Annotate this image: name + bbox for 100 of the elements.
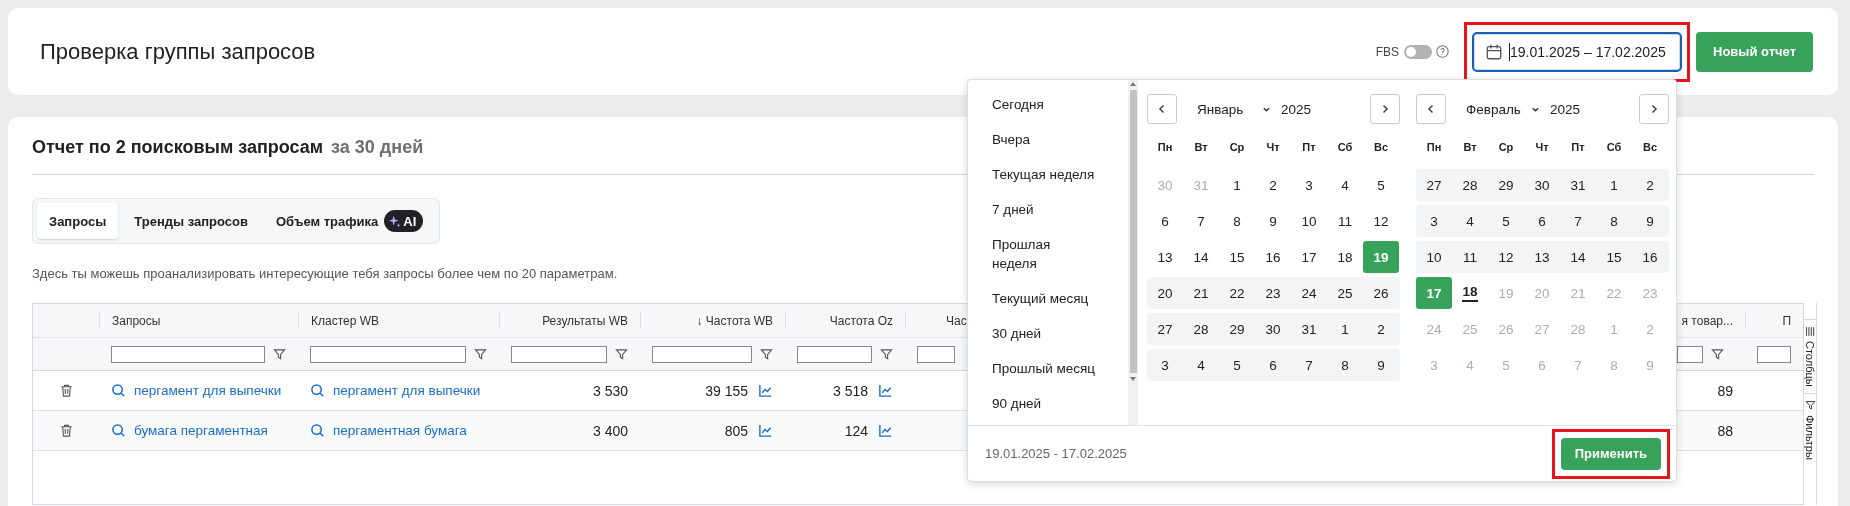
day-cell[interactable]: 20: [1147, 277, 1183, 309]
filter-icon[interactable]: [880, 347, 893, 361]
scroll-up-icon[interactable]: [1129, 80, 1137, 88]
day-cell[interactable]: 21: [1183, 277, 1219, 309]
filter-input[interactable]: [1677, 345, 1703, 363]
chart-icon[interactable]: [758, 383, 773, 398]
filter-input[interactable]: [652, 345, 752, 363]
day-cell[interactable]: 6: [1147, 205, 1183, 237]
column-header[interactable]: Результаты WB: [542, 313, 628, 328]
day-cell[interactable]: 3: [1147, 349, 1183, 381]
day-cell[interactable]: 12: [1488, 241, 1524, 273]
day-cell[interactable]: 9: [1363, 349, 1399, 381]
preset-option[interactable]: 90 дней: [992, 386, 1097, 421]
day-cell[interactable]: 4: [1452, 205, 1488, 237]
trash-icon[interactable]: [58, 383, 74, 398]
day-cell[interactable]: 13: [1524, 241, 1560, 273]
day-cell[interactable]: 17: [1291, 241, 1327, 273]
preset-option[interactable]: 30 дней: [992, 316, 1097, 351]
cluster-link[interactable]: пергаментная бумага: [310, 423, 467, 438]
day-cell[interactable]: 4: [1327, 169, 1363, 201]
fbs-toggle[interactable]: [1404, 44, 1432, 59]
day-cell[interactable]: 11: [1452, 241, 1488, 273]
day-cell[interactable]: 2: [1255, 169, 1291, 201]
column-header[interactable]: Час: [918, 313, 967, 328]
day-cell[interactable]: 10: [1416, 241, 1452, 273]
month-select[interactable]: Февраль: [1466, 101, 1550, 117]
tab[interactable]: Тренды запросов: [122, 203, 260, 239]
day-cell[interactable]: 5: [1363, 169, 1399, 201]
trash-icon[interactable]: [58, 423, 74, 438]
day-cell[interactable]: 1: [1327, 313, 1363, 345]
preset-option[interactable]: Прошлый месяц: [992, 351, 1097, 386]
day-cell[interactable]: 23: [1255, 277, 1291, 309]
tab[interactable]: Объем трафика AI: [263, 203, 436, 239]
scrollbar[interactable]: [1128, 80, 1138, 425]
column-header[interactable]: Частота Oz: [829, 313, 893, 328]
next-month-button[interactable]: [1370, 94, 1400, 124]
preset-option[interactable]: Текущий месяц: [992, 281, 1097, 316]
day-cell[interactable]: 18: [1452, 277, 1488, 309]
day-cell[interactable]: 1: [1219, 169, 1255, 201]
filter-input[interactable]: [1757, 345, 1791, 363]
scroll-down-icon[interactable]: [1129, 375, 1137, 383]
filter-input[interactable]: [511, 345, 607, 363]
day-cell[interactable]: 25: [1327, 277, 1363, 309]
filter-icon[interactable]: [273, 347, 286, 361]
filter-input[interactable]: [917, 345, 955, 363]
filter-icon[interactable]: [474, 347, 487, 361]
day-cell[interactable]: 30: [1255, 313, 1291, 345]
chart-icon[interactable]: [878, 423, 893, 438]
day-cell[interactable]: 3: [1291, 169, 1327, 201]
column-header[interactable]: П: [1782, 313, 1791, 328]
day-cell[interactable]: 14: [1183, 241, 1219, 273]
day-cell[interactable]: 13: [1147, 241, 1183, 273]
month-select[interactable]: Январь: [1197, 101, 1281, 117]
previous-month-button[interactable]: [1416, 94, 1446, 124]
day-cell[interactable]: 7: [1183, 205, 1219, 237]
day-cell[interactable]: 31: [1560, 169, 1596, 201]
day-cell[interactable]: 1: [1596, 169, 1632, 201]
help-icon[interactable]: [1436, 45, 1449, 58]
day-cell[interactable]: 16: [1255, 241, 1291, 273]
day-cell[interactable]: 16: [1632, 241, 1668, 273]
query-link[interactable]: бумага пергаментная: [111, 423, 268, 438]
day-cell[interactable]: 28: [1183, 313, 1219, 345]
day-cell[interactable]: 7: [1291, 349, 1327, 381]
preset-option[interactable]: Сегодня: [992, 87, 1097, 122]
day-cell[interactable]: 27: [1416, 169, 1452, 201]
tab[interactable]: Запросы: [37, 203, 119, 239]
column-header[interactable]: Кластер WB: [311, 313, 380, 328]
previous-month-button[interactable]: [1147, 94, 1177, 124]
preset-option[interactable]: Текущая неделя: [992, 157, 1097, 192]
day-cell[interactable]: 9: [1632, 205, 1668, 237]
preset-option[interactable]: 7 дней: [992, 192, 1097, 227]
day-cell[interactable]: 28: [1452, 169, 1488, 201]
day-cell[interactable]: 24: [1291, 277, 1327, 309]
day-cell[interactable]: 8: [1327, 349, 1363, 381]
day-cell[interactable]: 15: [1219, 241, 1255, 273]
day-cell[interactable]: 18: [1327, 241, 1363, 273]
filter-input[interactable]: [310, 345, 466, 363]
day-cell[interactable]: 5: [1219, 349, 1255, 381]
day-cell[interactable]: 22: [1219, 277, 1255, 309]
day-cell[interactable]: 15: [1596, 241, 1632, 273]
preset-option[interactable]: Прошлая неделя: [992, 227, 1097, 281]
day-cell[interactable]: 29: [1219, 313, 1255, 345]
next-month-button[interactable]: [1639, 94, 1669, 124]
year-label[interactable]: 2025: [1281, 101, 1370, 117]
day-cell[interactable]: 14: [1560, 241, 1596, 273]
side-tab[interactable]: Фильтры: [1804, 392, 1816, 466]
filter-icon[interactable]: [760, 347, 773, 361]
chart-icon[interactable]: [758, 423, 773, 438]
day-cell[interactable]: 26: [1363, 277, 1399, 309]
day-cell[interactable]: 11: [1327, 205, 1363, 237]
day-cell[interactable]: 27: [1147, 313, 1183, 345]
side-tab[interactable]: Столбцы: [1804, 319, 1816, 393]
day-cell[interactable]: 6: [1255, 349, 1291, 381]
day-cell[interactable]: 8: [1219, 205, 1255, 237]
day-cell[interactable]: 2: [1632, 169, 1668, 201]
year-label[interactable]: 2025: [1550, 101, 1639, 117]
day-cell[interactable]: 30: [1524, 169, 1560, 201]
query-link[interactable]: пергамент для выпечки: [111, 383, 282, 398]
day-cell[interactable]: 4: [1183, 349, 1219, 381]
day-cell[interactable]: 12: [1363, 205, 1399, 237]
